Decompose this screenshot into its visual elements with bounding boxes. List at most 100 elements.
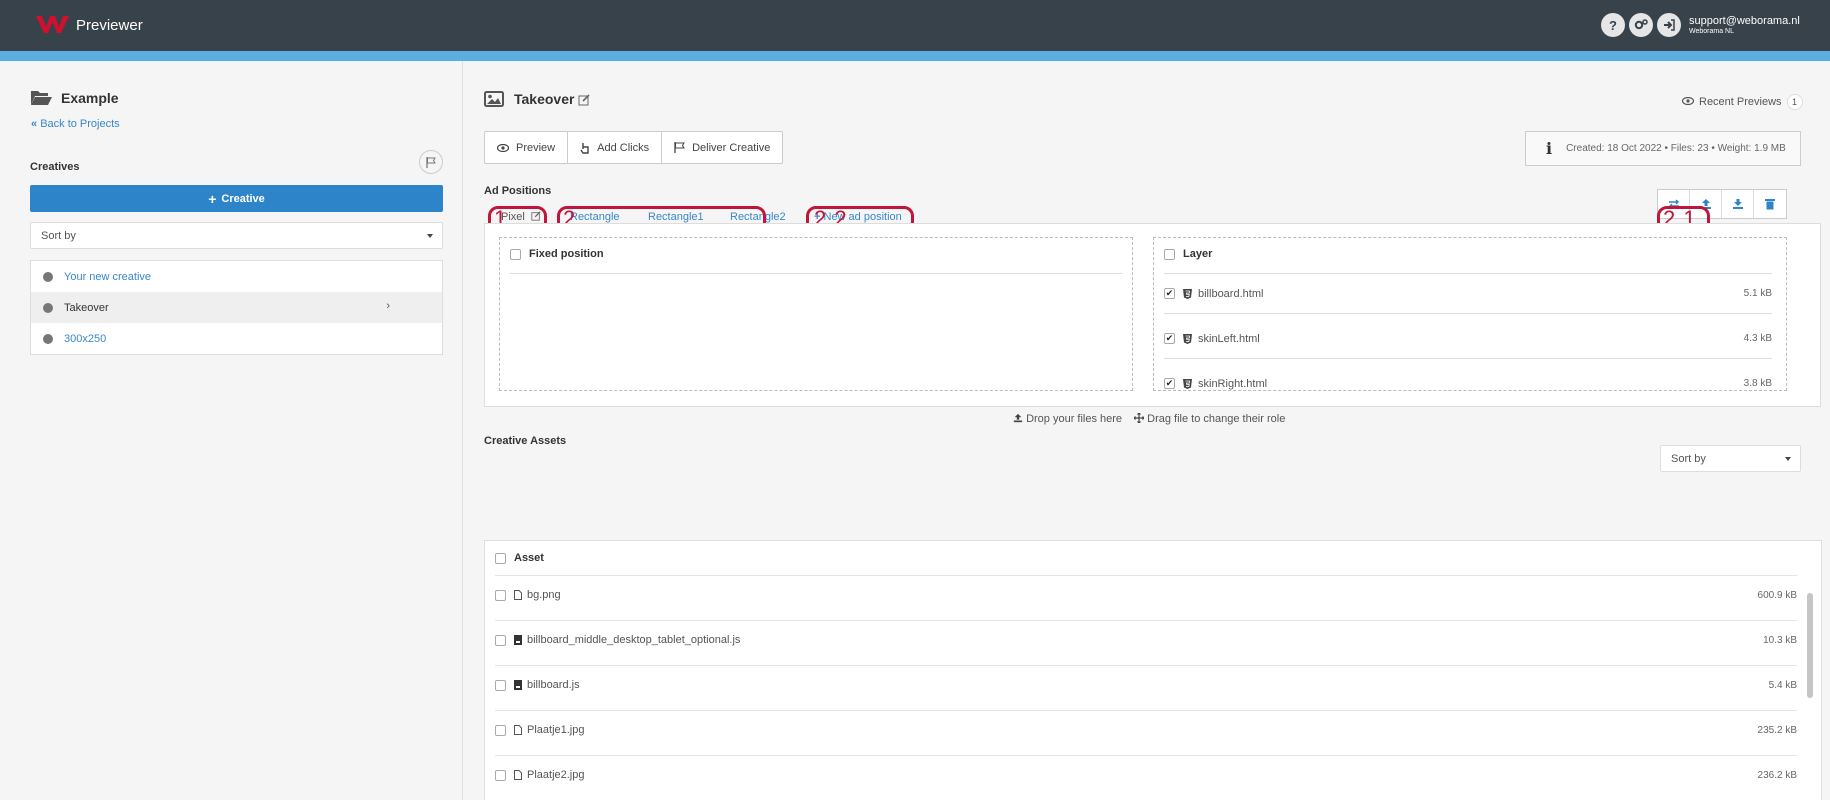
arrows-icon bbox=[1133, 412, 1147, 425]
caret-down-icon bbox=[427, 234, 433, 238]
flag-checkered-icon bbox=[674, 142, 685, 153]
edit-icon[interactable] bbox=[578, 94, 590, 106]
chevron-right-icon: › bbox=[386, 300, 390, 312]
trash-icon[interactable] bbox=[1754, 190, 1786, 218]
table-row[interactable]: ✔ skinLeft.html 4.3 kB bbox=[1164, 319, 1772, 358]
asset-name: billboard_middle_desktop_tablet_optional… bbox=[527, 634, 741, 646]
help-icon[interactable]: ? bbox=[1601, 13, 1625, 37]
list-item[interactable]: 300x250 bbox=[31, 323, 442, 354]
drop-hints: Drop your files here Drag file to change… bbox=[1013, 412, 1286, 425]
recent-previews-count: 1 bbox=[1786, 94, 1803, 110]
add-clicks-button[interactable]: Add Clicks bbox=[568, 132, 663, 163]
image-icon bbox=[484, 91, 504, 107]
user-info[interactable]: support@weborama.nl Weborama NL bbox=[1689, 15, 1800, 35]
assets-sort-select[interactable]: Sort by bbox=[1660, 445, 1801, 472]
info-icon: i bbox=[1546, 139, 1553, 158]
creative-name: Takeover bbox=[64, 301, 109, 314]
asset-name: Plaatje1.jpg bbox=[527, 724, 585, 736]
table-row[interactable]: billboard.js 5.4 kB bbox=[495, 665, 1797, 704]
top-bar: Previewer ? support@weborama.nl Weborama… bbox=[0, 0, 1830, 51]
creative-assets-table: Asset bg.png 600.9 kB billboard_middle_d… bbox=[484, 540, 1822, 800]
logo[interactable]: Previewer bbox=[36, 13, 143, 34]
fixed-position-checkbox[interactable] bbox=[510, 248, 521, 260]
table-row[interactable]: bg.png 600.9 kB bbox=[495, 575, 1797, 614]
layer-file-name: billboard.html bbox=[1198, 287, 1264, 300]
html5-icon bbox=[1183, 288, 1192, 299]
file-image-icon bbox=[514, 725, 522, 735]
drag-files-label: Drag file to change their role bbox=[1147, 413, 1286, 425]
recent-previews-button[interactable]: Recent Previews 1 bbox=[1681, 94, 1803, 110]
upload-icon bbox=[1013, 413, 1026, 425]
preview-button[interactable]: Preview bbox=[485, 132, 569, 163]
asset-size: 10.3 kB bbox=[1763, 634, 1797, 646]
select-all-checkbox[interactable] bbox=[495, 552, 506, 564]
divider bbox=[510, 273, 1122, 274]
layer-header: Layer bbox=[1164, 248, 1212, 260]
row-checkbox[interactable] bbox=[495, 724, 506, 736]
row-checkbox-checked[interactable]: ✔ bbox=[1164, 333, 1175, 344]
add-creative-label: Creative bbox=[221, 192, 265, 205]
asset-name: Plaatje2.jpg bbox=[527, 769, 585, 781]
layer-checkbox[interactable] bbox=[1164, 248, 1175, 260]
flag-icon[interactable] bbox=[419, 150, 443, 174]
fixed-position-panel: Fixed position bbox=[499, 237, 1133, 391]
creatives-heading: Creatives bbox=[30, 161, 80, 173]
html5-icon bbox=[1183, 378, 1192, 389]
table-row[interactable]: ✔ skinRight.html 3.8 kB bbox=[1164, 364, 1772, 403]
double-chevron-left-icon: « bbox=[31, 118, 38, 130]
creative-name: 300x250 bbox=[64, 332, 107, 345]
table-row[interactable]: ✔ billboard.html 5.1 kB bbox=[1164, 274, 1772, 313]
creatives-sort-select[interactable]: Sort by bbox=[30, 222, 443, 249]
table-row[interactable]: Plaatje1.jpg 235.2 kB bbox=[495, 710, 1797, 749]
file-code-icon bbox=[514, 680, 522, 690]
preview-label: Preview bbox=[516, 141, 556, 154]
scrollbar[interactable] bbox=[1807, 593, 1813, 698]
table-row[interactable]: Plaatje2.jpg 236.2 kB bbox=[495, 755, 1797, 794]
row-checkbox[interactable] bbox=[495, 769, 506, 781]
row-checkbox[interactable] bbox=[495, 634, 506, 646]
row-checkbox[interactable] bbox=[495, 589, 506, 601]
eye-icon bbox=[1681, 96, 1695, 108]
asset-size: 236.2 kB bbox=[1757, 769, 1797, 781]
asset-table-header: Asset bbox=[495, 541, 544, 575]
app-name: Previewer bbox=[76, 17, 143, 34]
deliver-creative-button[interactable]: Deliver Creative bbox=[662, 132, 782, 163]
table-row[interactable]: billboard_middle_desktop_tablet_optional… bbox=[495, 620, 1797, 659]
sign-out-icon[interactable] bbox=[1657, 13, 1681, 37]
hand-pointer-icon bbox=[580, 142, 589, 154]
sidebar: Example « Back to Projects Creatives + C… bbox=[0, 61, 463, 800]
layer-file-size: 5.1 kB bbox=[1743, 288, 1772, 299]
creative-info-text: Created: 18 Oct 2022 • Files: 23 • Weigh… bbox=[1566, 143, 1786, 154]
layer-file-name: skinLeft.html bbox=[1198, 332, 1260, 345]
layer-file-name: skinRight.html bbox=[1198, 377, 1268, 390]
row-checkbox-checked[interactable]: ✔ bbox=[1164, 288, 1175, 299]
list-item[interactable]: Your new creative bbox=[31, 261, 442, 292]
file-code-icon bbox=[514, 635, 522, 645]
add-clicks-label: Add Clicks bbox=[597, 141, 650, 154]
recent-previews-label: Recent Previews bbox=[1699, 96, 1782, 108]
creative-title: Takeover bbox=[514, 91, 575, 107]
download-icon[interactable] bbox=[1722, 190, 1754, 218]
add-creative-button[interactable]: + Creative bbox=[30, 185, 443, 212]
back-to-projects-link[interactable]: « Back to Projects bbox=[31, 118, 120, 130]
divider bbox=[1164, 313, 1772, 314]
eye-icon bbox=[497, 143, 509, 152]
cogs-icon[interactable] bbox=[1629, 13, 1653, 37]
divider bbox=[1164, 358, 1772, 359]
asset-size: 5.4 kB bbox=[1768, 679, 1797, 691]
asset-size: 600.9 kB bbox=[1757, 589, 1797, 601]
project-title: Example bbox=[61, 90, 119, 106]
fixed-position-label: Fixed position bbox=[529, 248, 604, 260]
user-email: support@weborama.nl bbox=[1689, 15, 1800, 27]
row-checkbox-checked[interactable]: ✔ bbox=[1164, 378, 1175, 389]
status-dot bbox=[43, 271, 53, 282]
ad-position-panels: Fixed position Layer ✔ billboard.html 5.… bbox=[484, 223, 1821, 407]
asset-name: billboard.js bbox=[527, 679, 580, 691]
caret-down-icon bbox=[1785, 457, 1791, 461]
creative-info: i Created: 18 Oct 2022 • Files: 23 • Wei… bbox=[1525, 131, 1801, 166]
status-dot bbox=[43, 302, 53, 313]
weborama-logo-icon bbox=[36, 15, 69, 33]
creatives-list: Your new creative Takeover › 300x250 bbox=[30, 260, 443, 355]
list-item[interactable]: Takeover › bbox=[31, 292, 442, 323]
row-checkbox[interactable] bbox=[495, 679, 506, 691]
